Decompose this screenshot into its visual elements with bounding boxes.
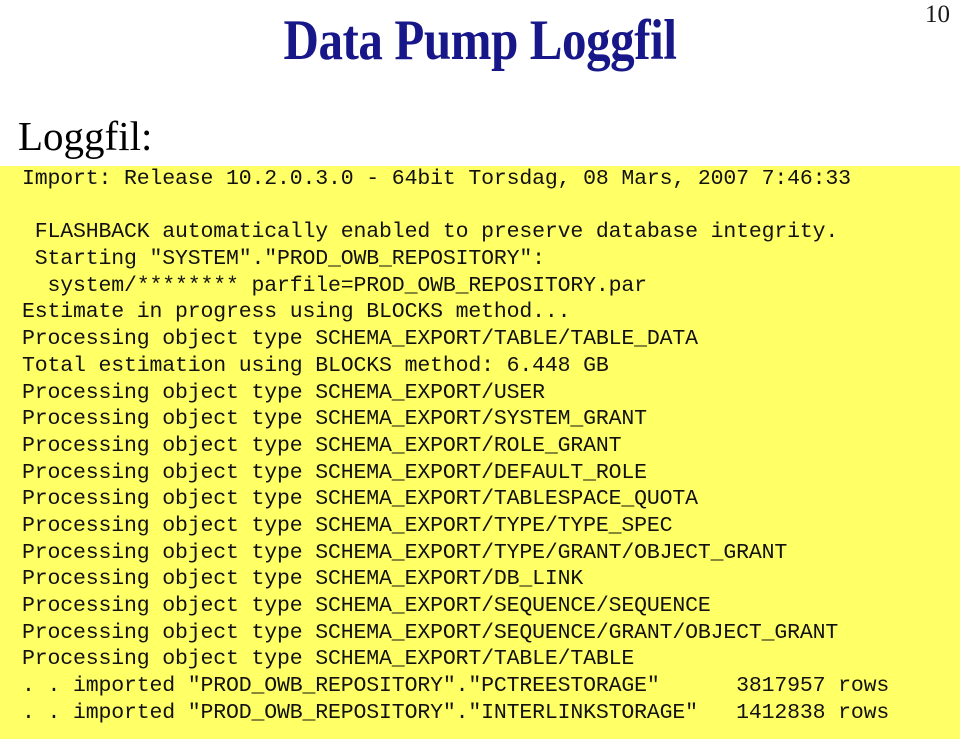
log-line: Processing object type SCHEMA_EXPORT/SEQ…: [22, 620, 839, 645]
log-line: Estimate in progress using BLOCKS method…: [22, 300, 571, 325]
log-line: Total estimation using BLOCKS method: 6.…: [22, 353, 609, 378]
log-line: Processing object type SCHEMA_EXPORT/TAB…: [22, 327, 698, 352]
log-line: FLASHBACK automatically enabled to prese…: [22, 220, 839, 245]
log-line: Processing object type SCHEMA_EXPORT/SEQ…: [22, 594, 711, 618]
log-output-panel: Import: Release 10.2.0.3.0 - 64bit Torsd…: [0, 166, 960, 739]
log-line: . . imported "PROD_OWB_REPOSITORY"."INTE…: [22, 700, 890, 725]
log-line: Processing object type SCHEMA_EXPORT/TYP…: [22, 513, 673, 538]
slide-number: 10: [925, 1, 950, 28]
log-line: Processing object type SCHEMA_EXPORT/ROL…: [22, 433, 622, 458]
log-line: Processing object type SCHEMA_EXPORT/SYS…: [22, 407, 647, 432]
log-output-lines: Import: Release 10.2.0.3.0 - 64bit Torsd…: [22, 166, 889, 739]
log-line: Starting "SYSTEM"."PROD_OWB_REPOSITORY":: [22, 247, 545, 272]
log-line: Processing object type SCHEMA_EXPORT/TYP…: [22, 540, 788, 565]
log-line: Processing object type SCHEMA_EXPORT/DEF…: [22, 460, 647, 485]
page-title: Data Pump Loggfil: [283, 9, 677, 72]
section-heading: Loggfil:: [18, 113, 153, 159]
log-line: system/******** parfile=PROD_OWB_REPOSIT…: [22, 273, 648, 298]
slide: 10 Data Pump Loggfil Loggfil: Import: Re…: [0, 0, 960, 739]
log-line: Processing object type SCHEMA_EXPORT/USE…: [22, 380, 545, 405]
log-line: ...: [22, 726, 889, 739]
log-line: Processing object type SCHEMA_EXPORT/TAB…: [22, 487, 698, 512]
log-line: . . imported "PROD_OWB_REPOSITORY"."PCTR…: [22, 674, 890, 699]
log-line: Import: Release 10.2.0.3.0 - 64bit Torsd…: [22, 167, 851, 191]
log-line: Processing object type SCHEMA_EXPORT/TAB…: [22, 647, 635, 672]
log-line: Processing object type SCHEMA_EXPORT/DB_…: [22, 567, 584, 592]
